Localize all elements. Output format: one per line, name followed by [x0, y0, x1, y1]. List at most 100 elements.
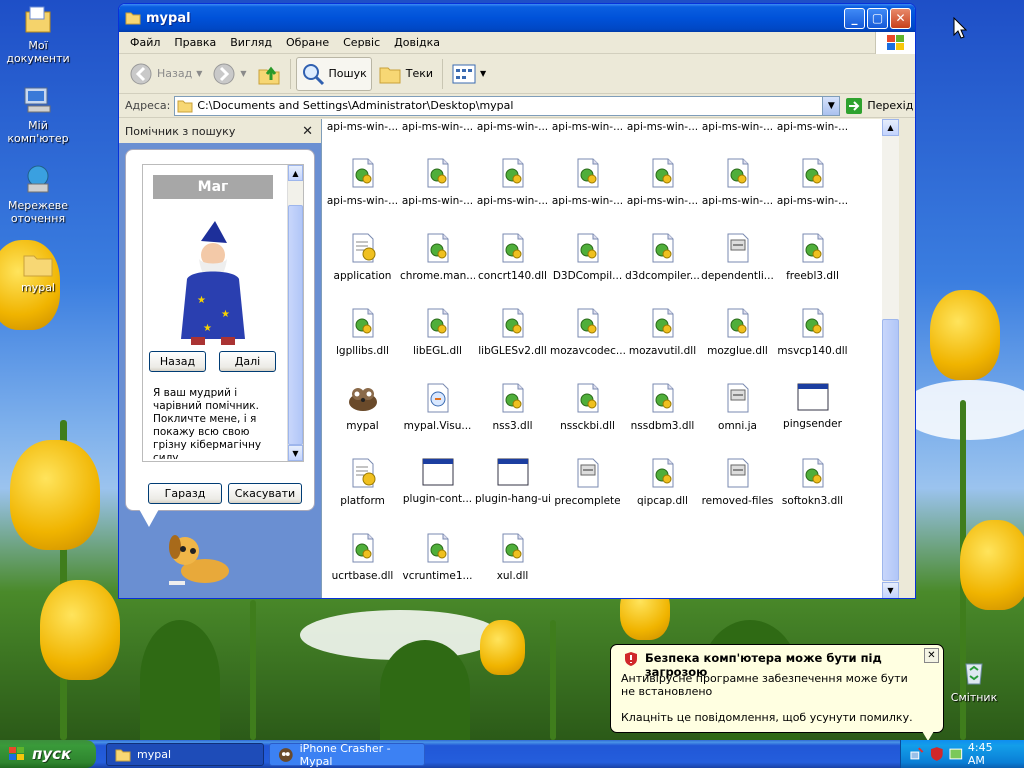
- go-button[interactable]: Перехід: [845, 97, 913, 115]
- title-bar[interactable]: mypal _ ▢ ✕: [119, 4, 915, 32]
- file-item[interactable]: dependentli...: [700, 232, 775, 282]
- desktop-icon-recycle-bin[interactable]: Смітник: [934, 656, 1014, 704]
- dll-file-icon: [775, 232, 850, 264]
- maximize-button[interactable]: ▢: [867, 7, 888, 29]
- desktop-icon-my-computer[interactable]: Мій комп'ютер: [0, 84, 78, 145]
- up-folder-button[interactable]: [253, 57, 285, 91]
- start-button[interactable]: пуск: [0, 740, 96, 768]
- menu-favorites[interactable]: Обране: [279, 36, 336, 49]
- file-item[interactable]: mypal: [325, 382, 400, 432]
- file-item[interactable]: D3DCompil...: [550, 232, 625, 282]
- desktop-icon-label: Мій комп'ютер: [7, 119, 69, 145]
- file-item[interactable]: api-ms-win-...: [475, 121, 550, 135]
- menu-edit[interactable]: Правка: [167, 36, 223, 49]
- file-item[interactable]: lgpllibs.dll: [325, 307, 400, 357]
- close-button[interactable]: ✕: [890, 7, 911, 29]
- ok-button[interactable]: Гаразд: [148, 483, 222, 504]
- file-item[interactable]: api-ms-win-...: [775, 121, 850, 135]
- scroll-down-button[interactable]: ▼: [882, 582, 899, 598]
- file-item[interactable]: omni.ja: [700, 382, 775, 432]
- file-item[interactable]: vcruntime1...: [400, 532, 475, 582]
- menu-help[interactable]: Довідка: [387, 36, 447, 49]
- file-item[interactable]: plugin-cont...: [400, 457, 475, 505]
- file-item[interactable]: chrome.man...: [400, 232, 475, 282]
- file-item[interactable]: mypal.Visu...: [400, 382, 475, 432]
- file-item[interactable]: api-ms-win-...: [400, 157, 475, 207]
- file-item[interactable]: api-ms-win-...: [400, 121, 475, 135]
- folders-button[interactable]: Теки: [374, 57, 437, 91]
- file-item[interactable]: plugin-hang-ui: [475, 457, 550, 505]
- tulip: [930, 290, 1000, 380]
- file-item[interactable]: api-ms-win-...: [550, 157, 625, 207]
- assistant-scrollbar[interactable]: ▲ ▼: [287, 165, 303, 461]
- forward-button[interactable]: ▼: [208, 57, 250, 91]
- desktop-icon-mypal[interactable]: mypal: [0, 250, 78, 294]
- file-item[interactable]: nssckbi.dll: [550, 382, 625, 432]
- dll-file-icon: [400, 232, 475, 264]
- file-item[interactable]: libEGL.dll: [400, 307, 475, 357]
- file-item[interactable]: msvcp140.dll: [775, 307, 850, 357]
- file-item[interactable]: mozglue.dll: [700, 307, 775, 357]
- tulip: [480, 620, 525, 675]
- cancel-button[interactable]: Скасувати: [228, 483, 302, 504]
- file-item[interactable]: precomplete: [550, 457, 625, 507]
- file-item[interactable]: api-ms-win-...: [475, 157, 550, 207]
- menu-tools[interactable]: Сервіс: [336, 36, 387, 49]
- file-item[interactable]: qipcap.dll: [625, 457, 700, 507]
- file-list: api-ms-win-... api-ms-win-... api-ms-win-.…: [322, 119, 899, 598]
- scroll-thumb[interactable]: [288, 205, 303, 445]
- file-item[interactable]: api-ms-win-...: [325, 121, 400, 135]
- file-item[interactable]: api-ms-win-...: [325, 157, 400, 207]
- file-item[interactable]: d3dcompiler...: [625, 232, 700, 282]
- back-assistant-button[interactable]: Назад: [149, 351, 206, 372]
- address-dropdown-button[interactable]: ▼: [822, 96, 840, 115]
- file-item[interactable]: libGLESv2.dll: [475, 307, 550, 357]
- security-alert-balloon[interactable]: Безпека комп'ютера може бути під загрозо…: [610, 644, 944, 733]
- address-input[interactable]: C:\Documents and Settings\Administrator\…: [174, 95, 841, 116]
- file-item[interactable]: nssdbm3.dll: [625, 382, 700, 432]
- search-button[interactable]: Пошук: [295, 56, 372, 91]
- network-status-icon[interactable]: [909, 746, 925, 762]
- file-item[interactable]: api-ms-win-...: [625, 121, 700, 135]
- minimize-button[interactable]: _: [844, 7, 865, 29]
- file-item[interactable]: platform: [325, 457, 400, 507]
- file-item[interactable]: application: [325, 232, 400, 282]
- file-item[interactable]: mozavutil.dll: [625, 307, 700, 357]
- taskbar-item-mypal-folder[interactable]: mypal: [106, 743, 264, 766]
- desktop-icon-network[interactable]: Мережеве оточення: [0, 164, 78, 225]
- file-item[interactable]: removed-files: [700, 457, 775, 507]
- toolbar-separator: [289, 58, 291, 89]
- file-item[interactable]: ucrtbase.dll: [325, 532, 400, 582]
- back-button[interactable]: Назад ▼: [125, 57, 206, 91]
- taskbar-item-browser[interactable]: iPhone Crasher - Mypal: [269, 742, 425, 768]
- scroll-down-button[interactable]: ▼: [288, 445, 303, 461]
- desktop-icon-my-documents[interactable]: Мої документи: [0, 4, 78, 65]
- next-assistant-button[interactable]: Далі: [219, 351, 276, 372]
- file-item[interactable]: freebl3.dll: [775, 232, 850, 282]
- file-item[interactable]: api-ms-win-...: [775, 157, 850, 207]
- file-item[interactable]: xul.dll: [475, 532, 550, 582]
- scroll-up-button[interactable]: ▲: [288, 165, 303, 181]
- security-shield-icon[interactable]: [929, 746, 945, 762]
- doc-file-icon: [700, 382, 775, 414]
- files-scrollbar[interactable]: ▲ ▼: [882, 119, 899, 598]
- file-item[interactable]: api-ms-win-...: [550, 121, 625, 135]
- close-pane-button[interactable]: ✕: [302, 124, 313, 139]
- scroll-up-button[interactable]: ▲: [882, 119, 899, 136]
- menu-file[interactable]: Файл: [123, 36, 167, 49]
- file-item[interactable]: mozavcodec...: [550, 307, 625, 357]
- file-item[interactable]: api-ms-win-...: [700, 157, 775, 207]
- menu-view[interactable]: Вигляд: [223, 36, 279, 49]
- updates-icon[interactable]: [948, 746, 964, 762]
- file-label: xul.dll: [496, 570, 529, 582]
- file-item[interactable]: pingsender: [775, 382, 850, 430]
- file-item[interactable]: api-ms-win-...: [625, 157, 700, 207]
- file-item[interactable]: api-ms-win-...: [700, 121, 775, 135]
- forward-arrow-icon: [213, 63, 235, 84]
- file-item[interactable]: softokn3.dll: [775, 457, 850, 507]
- file-item[interactable]: nss3.dll: [475, 382, 550, 432]
- views-button[interactable]: ▼: [448, 57, 490, 91]
- scroll-thumb[interactable]: [882, 319, 899, 581]
- close-balloon-button[interactable]: ✕: [924, 648, 939, 663]
- file-item[interactable]: concrt140.dll: [475, 232, 550, 282]
